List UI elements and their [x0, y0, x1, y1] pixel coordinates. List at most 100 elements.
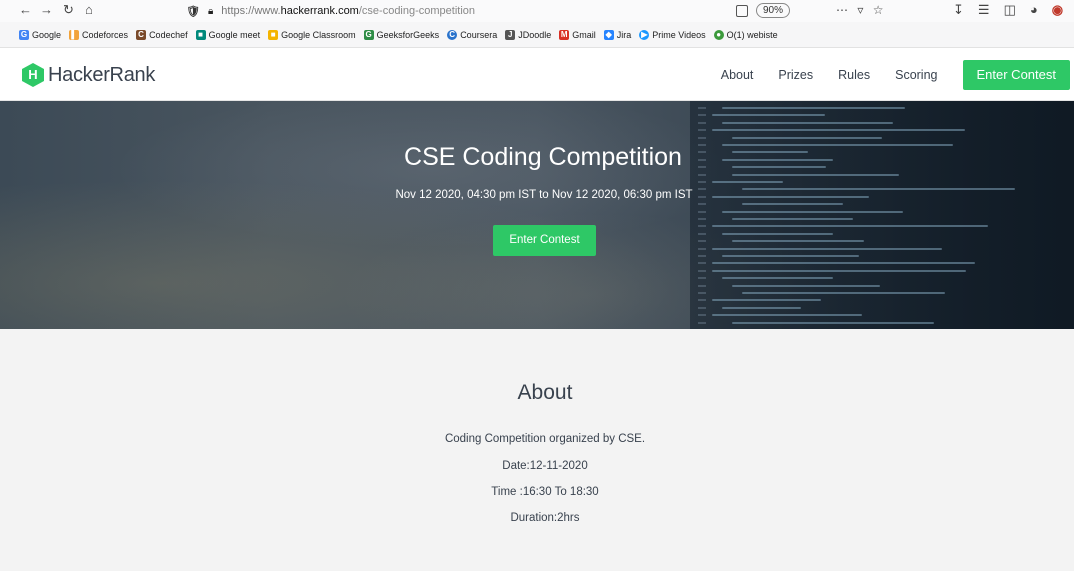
code-line	[732, 284, 880, 287]
browser-right-icons: ↧ ☰ ◫ ◕ ◉	[953, 2, 1063, 18]
address-bar[interactable]: 🛡︎ 🔒︎ https://www. hackerrank.com/cse-cod…	[186, 3, 475, 19]
bookmark-google-classroom[interactable]: ■ Google Classroom	[268, 29, 356, 40]
downloads-icon[interactable]: ↧	[953, 2, 964, 18]
reload-icon[interactable]: ↻	[63, 2, 74, 18]
brand-name: HackerRank	[48, 63, 156, 86]
code-line-number	[698, 284, 706, 287]
site-nav: About Prizes Rules Scoring Enter Contest	[721, 48, 1074, 101]
code-line	[732, 240, 864, 243]
code-line-number	[698, 292, 706, 294]
code-line-number	[698, 247, 706, 250]
code-line-number	[698, 225, 706, 228]
bookmark-label: GeeksforGeeks	[376, 29, 440, 40]
about-duration: Duration:2hrs	[0, 512, 1074, 524]
google-classroom-icon: ■	[268, 29, 279, 40]
lock-icon[interactable]: 🔒︎	[208, 6, 213, 17]
contest-title: CSE Coding Competition	[0, 143, 1074, 172]
about-line-text: Date:12-11-2020	[502, 460, 588, 472]
nav-scoring[interactable]: Scoring	[895, 68, 937, 82]
forward-icon[interactable]: →	[40, 2, 53, 18]
bookmark-label: JDoodle	[518, 29, 552, 40]
extension-icon[interactable]: ◕	[1030, 2, 1038, 18]
code-line	[712, 181, 783, 183]
about-date: Date:12-11-2020	[0, 460, 1074, 472]
code-line	[712, 114, 825, 117]
code-line-number	[698, 269, 706, 272]
about-line-text: Coding Competition organized by CSE.	[444, 433, 646, 445]
zoom-level[interactable]: 90%	[756, 3, 791, 18]
bookmark-label: Codechef	[149, 29, 188, 40]
prime-video-icon: ▶	[639, 29, 650, 40]
bookmark-coursera[interactable]: C Coursera	[447, 29, 497, 40]
code-line	[742, 203, 843, 206]
code-line-number	[698, 262, 706, 265]
bookmark-codechef[interactable]: C Codechef	[136, 29, 188, 40]
hackerrank-logo-icon: H	[22, 63, 44, 87]
code-line	[712, 247, 942, 250]
code-line	[712, 129, 965, 132]
url-host: hackerrank.com	[280, 5, 359, 17]
nav-prizes[interactable]: Prizes	[778, 68, 813, 82]
code-line	[722, 255, 859, 257]
bookmark-jira[interactable]: ◆ Jira	[603, 29, 632, 40]
code-line-number	[698, 210, 706, 213]
code-line-number	[698, 255, 706, 257]
o1-website-icon: ●	[713, 29, 724, 40]
bookmark-label: Google meet	[208, 29, 261, 40]
about-section: About Coding Competition organized by CS…	[0, 329, 1074, 571]
hero-enter-contest-button[interactable]: Enter Contest	[493, 225, 596, 256]
code-line-number	[698, 321, 706, 324]
sidebar-icon[interactable]: ◫	[1004, 2, 1016, 18]
code-line-number	[698, 232, 706, 235]
code-line-number	[698, 173, 706, 176]
google-icon: G	[19, 29, 29, 40]
codeforces-icon: ▌	[69, 29, 80, 40]
bookmark-label: O(1) webiste	[726, 29, 778, 40]
header-enter-contest-button[interactable]: Enter Contest	[962, 59, 1070, 90]
bookmarks-bar: G Google ▌ Codeforces C Codechef ■ Google me…	[0, 22, 1074, 48]
bookmark-prime-videos[interactable]: ▶ Prime Videos	[639, 29, 706, 40]
hero-banner: CSE Coding Competition Nov 12 2020, 04:3…	[0, 101, 1074, 329]
bookmark-o1-website[interactable]: ● O(1) webiste	[713, 29, 778, 40]
tracking-shield-icon[interactable]: 🛡︎	[186, 5, 200, 18]
code-line-number	[698, 136, 706, 139]
code-line-number	[698, 114, 706, 117]
browser-toolbar: ← → ↻ ⌂ 🛡︎ 🔒︎ https://www. hackerrank.com…	[0, 0, 1074, 22]
bookmark-codeforces[interactable]: ▌ Codeforces	[69, 29, 128, 40]
code-line-number	[698, 218, 706, 220]
about-line-text: Time :16:30 To 18:30	[491, 486, 599, 498]
bookmark-gmail[interactable]: M Gmail	[559, 29, 596, 40]
jira-icon: ◆	[603, 29, 614, 40]
back-icon[interactable]: ←	[19, 2, 32, 18]
ublock-icon[interactable]: ◉	[1052, 2, 1063, 18]
page-actions[interactable]: ⋯ ▿ ☆	[836, 3, 886, 17]
library-icon[interactable]: ☰	[978, 2, 990, 18]
bookmark-label: Google Classroom	[281, 29, 356, 40]
code-line	[712, 299, 821, 302]
contest-title-text: CSE Coding Competition	[404, 143, 682, 171]
about-line-text: Duration:2hrs	[510, 512, 580, 524]
bookmark-label: Jira	[616, 29, 632, 40]
codechef-icon: C	[136, 29, 147, 40]
nav-about[interactable]: About	[721, 68, 754, 82]
zoom-area: 90%	[736, 3, 791, 18]
bookmark-google-meet[interactable]: ■ Google meet	[195, 29, 261, 40]
bookmark-label: Gmail	[572, 29, 596, 40]
coursera-icon: C	[447, 29, 458, 40]
site-header: H HackerRank About Prizes Rules Scoring …	[0, 48, 1074, 101]
code-line	[712, 262, 975, 265]
bookmark-google[interactable]: G Google	[19, 29, 61, 40]
home-icon[interactable]: ⌂	[85, 2, 93, 18]
code-line	[722, 107, 905, 109]
code-line-number	[698, 299, 706, 302]
nav-rules[interactable]: Rules	[838, 68, 870, 82]
reader-view-icon[interactable]	[736, 4, 748, 17]
bookmark-jdoodle[interactable]: J JDoodle	[505, 29, 552, 40]
code-background-image	[690, 101, 1074, 329]
code-line-number	[698, 306, 706, 309]
code-line-number	[698, 277, 706, 280]
hackerrank-logo[interactable]: H HackerRank	[22, 63, 155, 87]
code-line-number	[698, 240, 706, 243]
bookmark-geeksforgeeks[interactable]: G GeeksforGeeks	[363, 29, 440, 40]
code-line	[712, 225, 988, 228]
